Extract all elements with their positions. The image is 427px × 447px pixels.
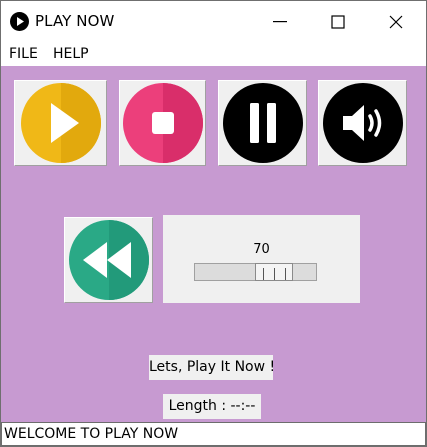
menu-file[interactable]: FILE (9, 46, 38, 62)
volume-icon (322, 83, 403, 163)
status-bar: WELCOME TO PLAY NOW (1, 422, 426, 446)
pause-button[interactable] (218, 80, 307, 166)
title-bar: PLAY NOW (1, 1, 426, 42)
play-icon (20, 83, 101, 163)
volume-button[interactable] (318, 80, 407, 166)
rewind-button[interactable] (64, 217, 153, 303)
menu-bar: FILE HELP (1, 42, 426, 66)
app-logo-icon (10, 12, 29, 31)
app-window: PLAY NOW FILE HELP 70 Lets, Play It Now … (0, 0, 427, 447)
volume-slider-handle[interactable] (255, 263, 293, 281)
maximize-icon (331, 14, 345, 29)
volume-value: 70 (253, 242, 270, 257)
close-button[interactable] (367, 1, 425, 42)
minimize-button[interactable] (251, 1, 309, 42)
length-label: Length : --:-- (163, 394, 261, 419)
window-title: PLAY NOW (35, 12, 115, 30)
menu-help[interactable]: HELP (53, 46, 89, 62)
maximize-button[interactable] (309, 1, 367, 42)
stop-icon (122, 83, 203, 163)
pause-icon (222, 83, 303, 163)
rewind-icon (68, 220, 149, 300)
stop-button[interactable] (119, 80, 206, 166)
close-icon (389, 15, 403, 28)
volume-panel: 70 (163, 215, 360, 303)
minimize-icon (273, 20, 287, 22)
play-button[interactable] (14, 80, 107, 166)
now-playing-label: Lets, Play It Now ! (149, 355, 275, 380)
